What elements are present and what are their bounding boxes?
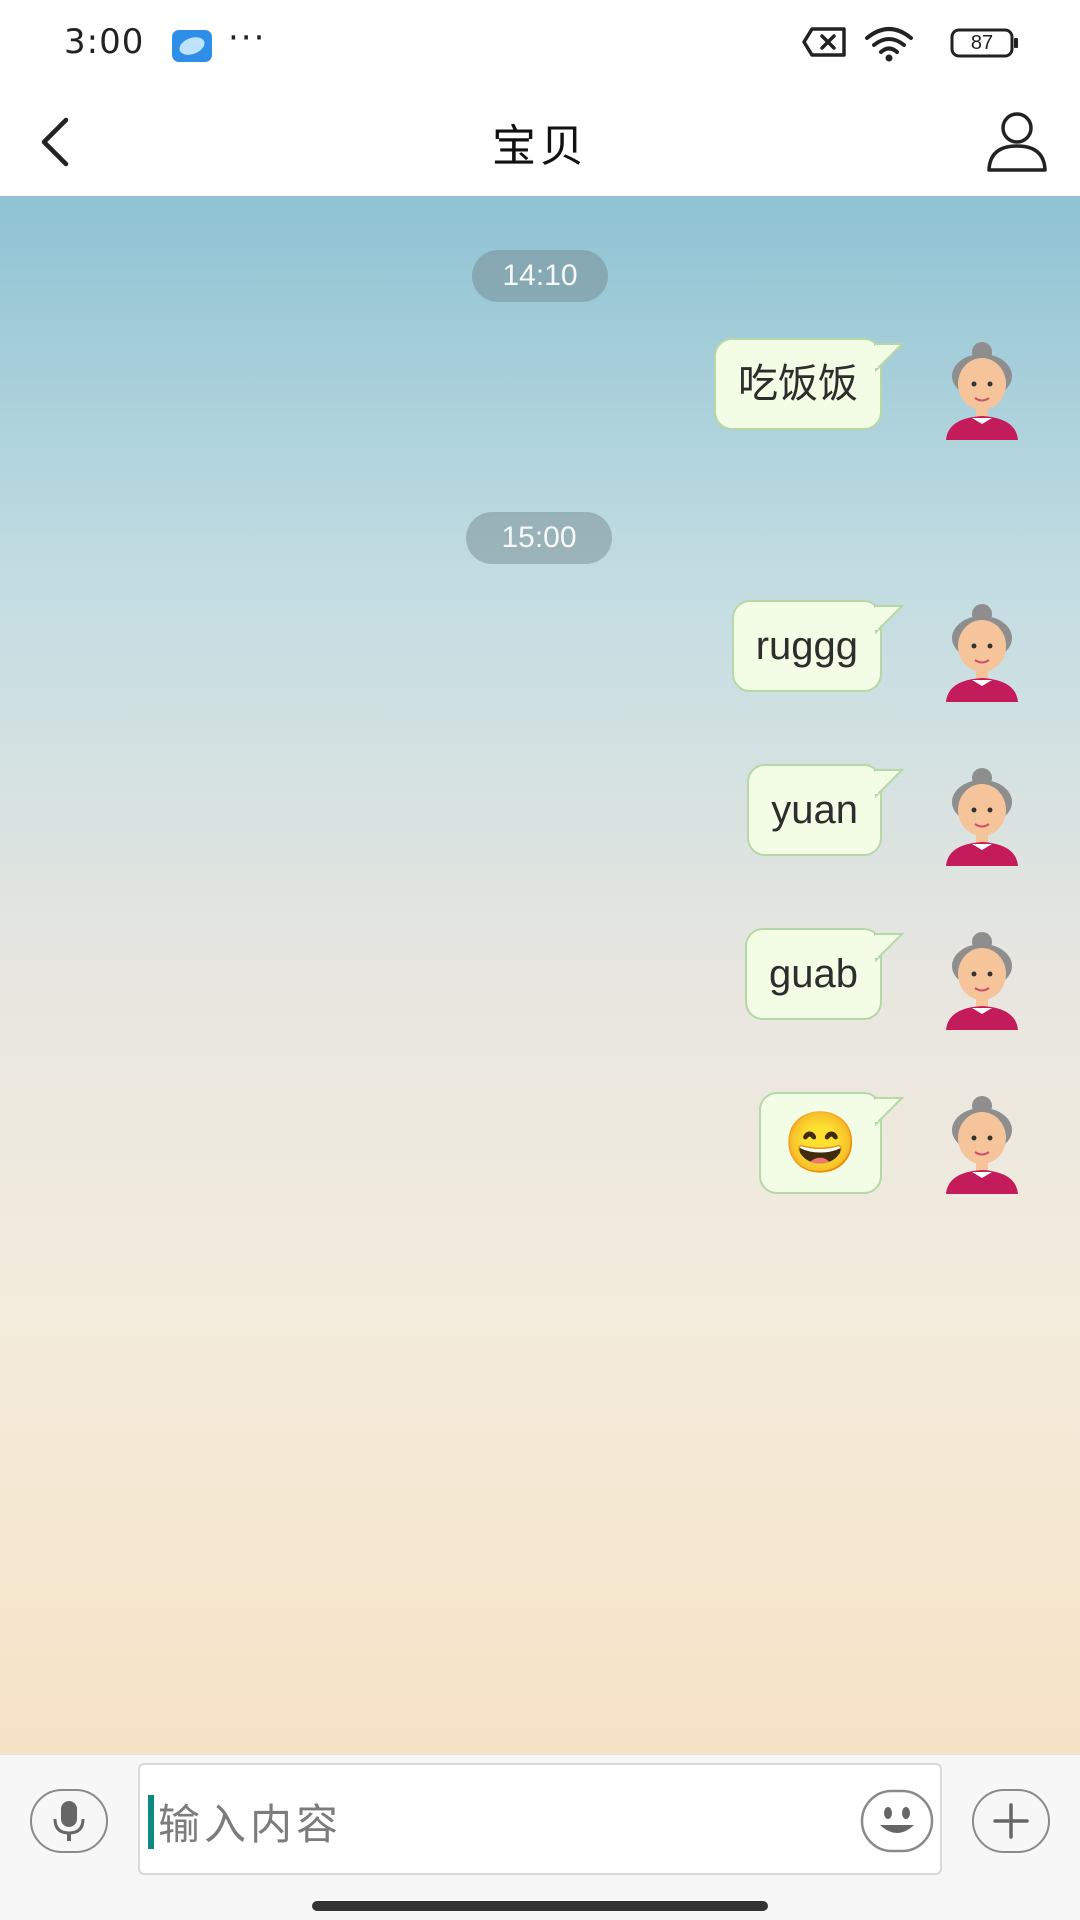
message-text: guab	[769, 952, 858, 996]
plus-icon	[993, 1803, 1029, 1839]
voice-button[interactable]	[30, 1789, 108, 1853]
app-notification-icon	[172, 30, 212, 62]
wifi-icon	[865, 27, 913, 62]
emoji-message: 😄	[783, 1109, 858, 1176]
message-bubble[interactable]: ruggg	[731, 600, 904, 692]
battery-icon: 87	[950, 28, 1020, 58]
message-bubble[interactable]: guab	[745, 928, 904, 1020]
avatar[interactable]	[942, 928, 1022, 1030]
avatar[interactable]	[942, 600, 1022, 702]
status-time: 3:00	[64, 22, 145, 62]
bubble-tail	[874, 605, 904, 634]
avatar[interactable]	[942, 1092, 1022, 1194]
more-button[interactable]	[972, 1789, 1050, 1853]
timestamp: 15:00	[466, 512, 612, 564]
no-sim-icon	[802, 27, 846, 57]
chat-header: 宝贝	[0, 90, 1080, 196]
bubble-tail	[874, 933, 904, 962]
message-text: ruggg	[755, 624, 858, 668]
chat-area[interactable]: 14:10 吃饭饭 15:00 ruggg yuan guab 😄	[0, 196, 1080, 1754]
avatar[interactable]	[942, 338, 1022, 440]
message-bubble[interactable]: yuan	[747, 764, 904, 856]
message-text: 吃饭饭	[738, 362, 858, 406]
battery-level: 87	[970, 32, 994, 54]
bubble-tail	[874, 343, 904, 372]
message-text: yuan	[771, 788, 858, 832]
smiley-icon[interactable]	[860, 1789, 934, 1853]
message-bubble[interactable]: 吃饭饭	[714, 338, 904, 430]
home-indicator[interactable]	[312, 1901, 768, 1911]
input-placeholder: 输入内容	[158, 1800, 343, 1849]
status-bar: 3:00 ··· 87	[0, 0, 1080, 90]
status-more-dots: ···	[228, 18, 267, 58]
text-cursor	[148, 1795, 154, 1849]
bubble-tail	[874, 1097, 904, 1126]
person-icon[interactable]	[984, 108, 1050, 174]
avatar[interactable]	[942, 764, 1022, 866]
message-input[interactable]: 输入内容	[138, 1763, 942, 1875]
input-bar: 输入内容	[0, 1754, 1080, 1920]
message-bubble[interactable]: 😄	[759, 1092, 904, 1194]
timestamp: 14:10	[472, 250, 608, 302]
microphone-icon	[53, 1801, 85, 1841]
chat-title: 宝贝	[492, 121, 588, 172]
bubble-tail	[874, 769, 904, 798]
